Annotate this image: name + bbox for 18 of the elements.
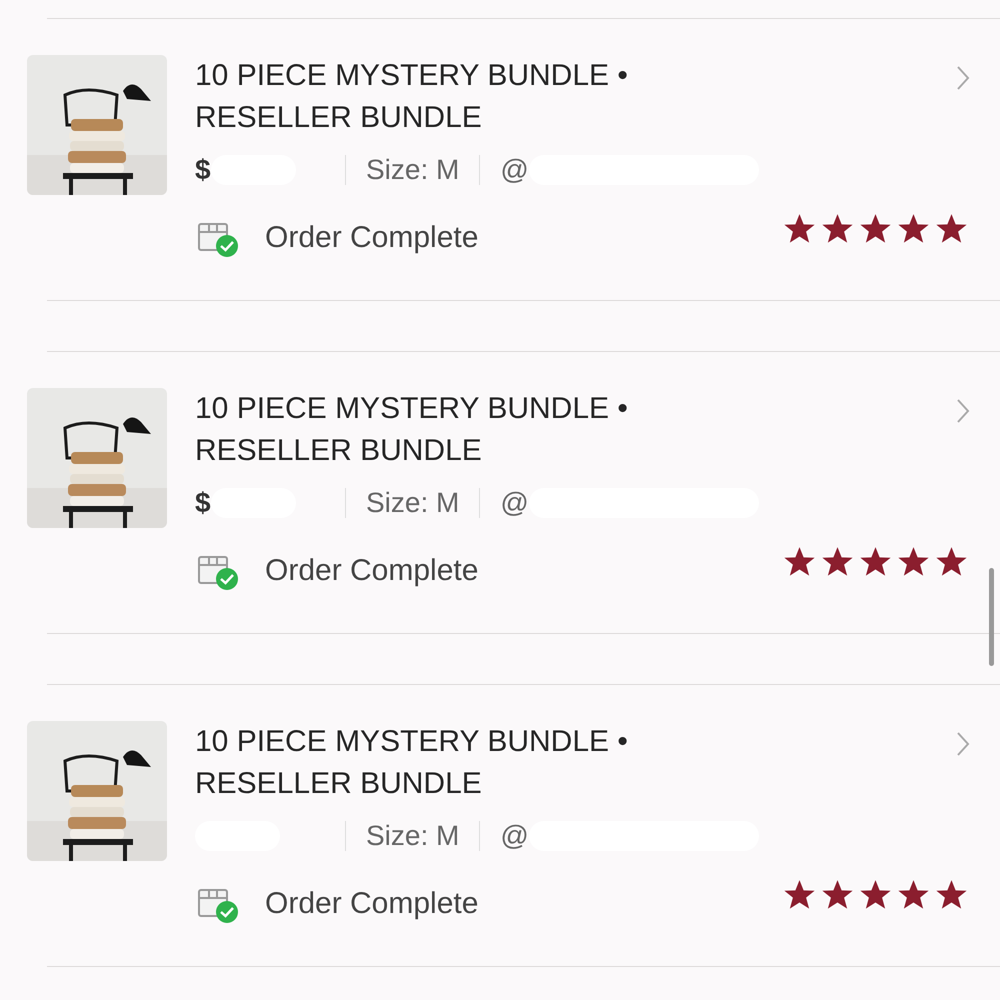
- item-price: $: [195, 486, 211, 520]
- item-size: Size: M: [366, 153, 460, 187]
- item-size: Size: M: [366, 486, 460, 520]
- chevron-right-icon: [956, 398, 970, 424]
- order-status: Order Complete: [265, 220, 478, 256]
- seller-handle: @: [500, 819, 529, 853]
- item-title: 10 PIECE MYSTERY BUNDLE • RESELLER BUNDLE: [195, 391, 629, 469]
- seller-handle: @: [500, 486, 529, 520]
- item-price: $: [195, 153, 211, 187]
- seller-handle: @: [500, 153, 529, 187]
- item-title: 10 PIECE MYSTERY BUNDLE • RESELLER BUNDLE: [195, 724, 629, 802]
- item-title: 10 PIECE MYSTERY BUNDLE • RESELLER BUNDLE: [195, 58, 629, 136]
- chevron-right-icon: [956, 65, 970, 91]
- scrollbar-thumb[interactable]: [989, 568, 994, 666]
- chevron-right-icon: [956, 731, 970, 757]
- order-status: Order Complete: [265, 553, 478, 589]
- item-size: Size: M: [366, 819, 460, 853]
- order-status: Order Complete: [265, 886, 478, 922]
